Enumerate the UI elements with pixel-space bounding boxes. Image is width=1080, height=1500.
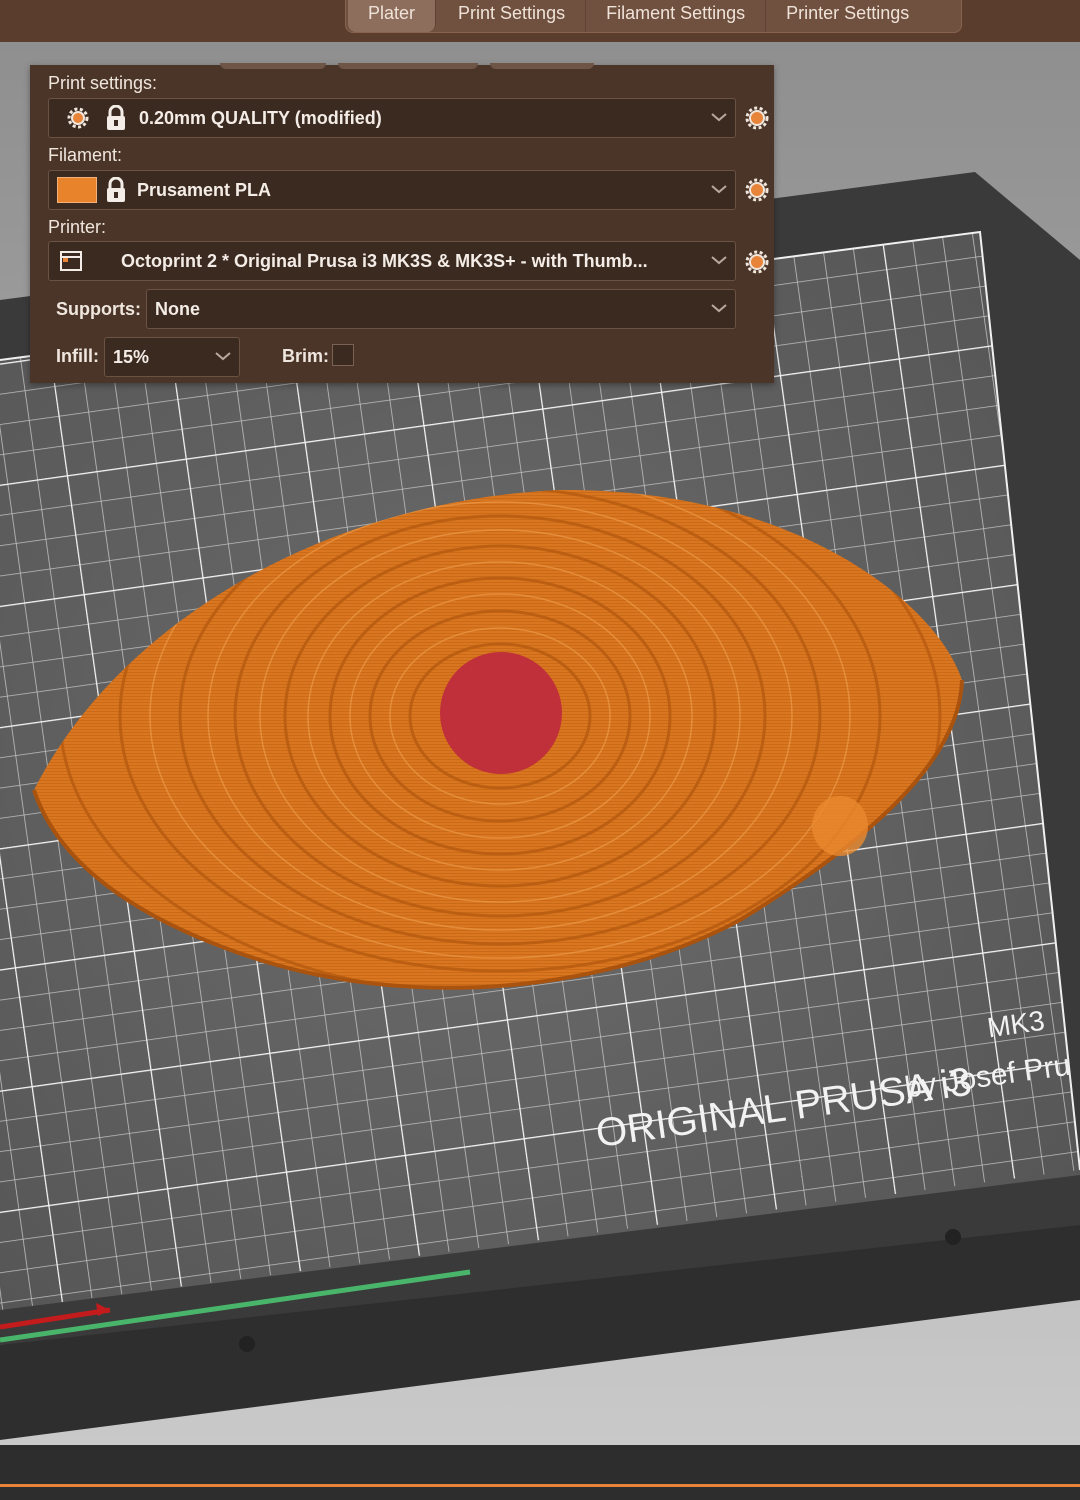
gear-icon [65,105,91,131]
print-settings-gear-icon[interactable] [744,105,770,131]
infill-label: Infill: [56,346,99,366]
supports-value: None [155,298,200,319]
tab-filament-settings[interactable]: Filament Settings [586,0,767,32]
chevron-down-icon [711,304,727,313]
infill-select[interactable]: 15% [104,337,240,377]
supports-select[interactable]: None [146,289,736,329]
printer-network-icon [59,249,83,273]
infill-value: 15% [113,346,150,367]
lock-icon [105,176,127,203]
model-red-area [440,652,562,774]
chevron-down-icon [711,256,727,265]
print-profile-value: 0.20mm QUALITY (modified) [139,107,382,128]
chevron-down-icon [215,352,231,361]
filament-gear-icon[interactable] [744,177,770,203]
brim-label: Brim: [282,346,330,366]
printer-profile-value: Octoprint 2 * Original Prusa i3 MK3S & M… [121,250,648,271]
printer-label: Printer: [48,217,107,237]
printer-combo[interactable]: Octoprint 2 * Original Prusa i3 MK3S & M… [48,241,736,281]
filament-color-swatch [57,177,97,203]
chevron-down-icon [711,113,727,122]
tab-print-settings[interactable]: Print Settings [438,0,587,32]
filament-combo[interactable]: Prusament PLA [48,170,736,210]
brim-checkbox[interactable] [332,344,354,366]
top-tab-bar: Plater Print Settings Filament Settings … [0,0,1080,43]
print-settings-combo[interactable]: 0.20mm QUALITY (modified) [48,98,736,138]
bottom-accent-line [0,1484,1080,1487]
tab-group: Plater Print Settings Filament Settings … [345,0,962,33]
tab-plater[interactable]: Plater [348,0,437,32]
lock-icon [105,104,127,131]
filament-label: Filament: [48,145,123,165]
printer-gear-icon[interactable] [744,249,770,275]
supports-label: Supports: [56,299,141,319]
bottom-bar [0,1445,1080,1500]
tab-printer-settings[interactable]: Printer Settings [766,0,929,32]
settings-sidebar-panel: Print settings: 0.20mm QUALITY (modified… [30,63,774,383]
print-settings-label: Print settings: [48,73,158,93]
filament-profile-value: Prusament PLA [137,179,272,200]
chevron-down-icon [711,185,727,194]
